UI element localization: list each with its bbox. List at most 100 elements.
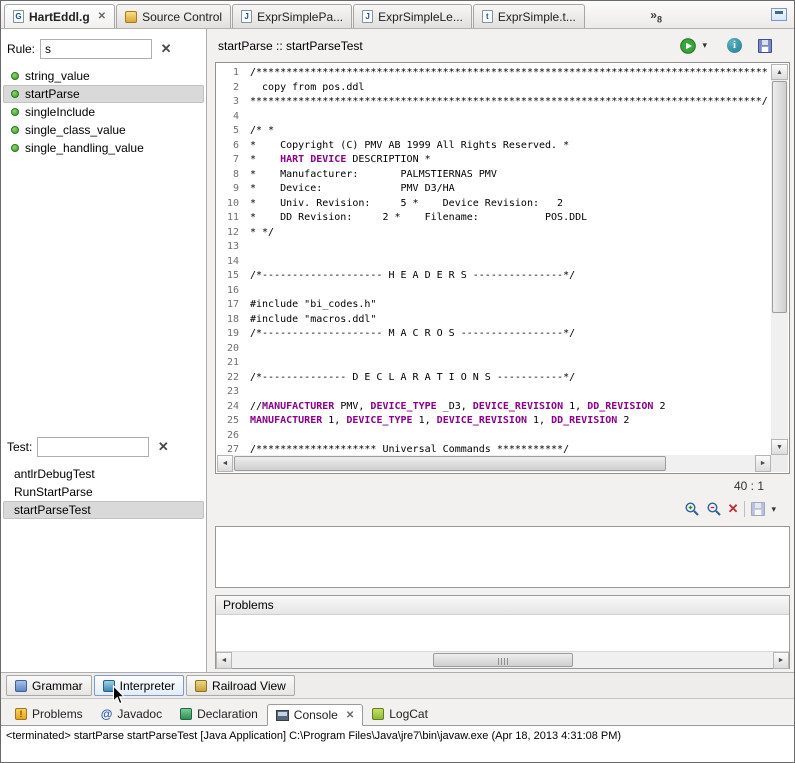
tab-problems[interactable]: ! Problems [6, 703, 92, 725]
tab-overflow-chevron[interactable]: »8 [650, 8, 662, 24]
code-line: * Manufacturer: PALMSTIERNAS PMV [250, 168, 497, 180]
rule-item-label: singleInclude [25, 105, 96, 119]
run-dropdown-icon[interactable]: ▾ [702, 40, 707, 51]
test-item[interactable]: RunStartParse [3, 483, 204, 501]
clear-output-icon[interactable]: ✕ [728, 501, 739, 517]
editor-tab-exprsimplepa[interactable]: J ExprSimplePa... [232, 4, 353, 28]
output-toolbar: ✕ ▾ [684, 501, 776, 517]
code-line: /******************** Universal Commands… [250, 444, 570, 455]
problems-scroll-thumb[interactable] [432, 653, 573, 667]
editor-tab-source-control[interactable]: Source Control [116, 4, 232, 28]
line-number: 1 [232, 67, 239, 78]
console-tab-strip: ! Problems @ Javadoc Declaration Console… [1, 698, 794, 726]
view-tab-label: Railroad View [212, 678, 286, 693]
save-output-dropdown-icon[interactable]: ▾ [771, 504, 776, 515]
minimize-button[interactable] [771, 8, 787, 21]
tab-declaration[interactable]: Declaration [171, 703, 267, 725]
tab-grammar[interactable]: Grammar [6, 675, 92, 696]
editor-tab-harteddl[interactable]: G HartEddl.g ✕ [4, 4, 116, 28]
editor-tab-label: ExprSimplePa... [257, 9, 344, 24]
horizontal-scroll-thumb[interactable] [234, 456, 667, 471]
code-content[interactable]: /***************************************… [246, 64, 771, 455]
rule-item[interactable]: string_value [3, 67, 204, 85]
code-editor: 1 2 3 4 5 6 7 8 9 10 11 12 13 14 15 16 17 18 19 20 21 22 23 24 2… [215, 62, 790, 474]
scroll-right-arrow[interactable]: ► [773, 652, 789, 669]
editor-tab-exprsimplele[interactable]: J ExprSimpleLe... [353, 4, 472, 28]
line-number: 4 [232, 110, 239, 122]
save-button[interactable] [758, 38, 772, 53]
code-line: ****************************************… [250, 96, 768, 107]
close-tab-icon[interactable]: ✕ [346, 710, 354, 721]
rule-filter-input[interactable] [40, 39, 153, 59]
line-number: 10 [226, 197, 239, 209]
test-filter-input[interactable] [37, 437, 150, 457]
test-list: antlrDebugTest RunStartParse startParseT… [3, 465, 204, 519]
declaration-icon [180, 708, 193, 720]
rule-item[interactable]: single_class_value [3, 121, 204, 139]
test-item[interactable]: antlrDebugTest [3, 465, 204, 483]
code-line: /***************************************… [250, 67, 768, 78]
tab-console[interactable]: Console ✕ [266, 704, 364, 726]
run-button[interactable] [680, 37, 697, 54]
text-file-icon: t [481, 10, 493, 23]
close-tab-icon[interactable]: ✕ [98, 11, 106, 22]
zoom-out-icon[interactable] [706, 501, 722, 517]
line-number: 26 [226, 429, 239, 441]
console-tab-label: Javadoc [117, 707, 163, 721]
editor-tab-exprsimplet[interactable]: t ExprSimple.t... [472, 4, 585, 28]
scroll-right-arrow[interactable]: ► [755, 455, 771, 472]
interpreter-output-box[interactable] [215, 526, 790, 588]
overflow-count: 8 [656, 14, 662, 25]
line-number: 17 [226, 299, 239, 310]
console-tab-label: Problems [32, 707, 83, 721]
test-item-selected[interactable]: startParseTest [3, 501, 204, 519]
clear-rule-filter-icon[interactable]: ✕ [157, 40, 175, 58]
line-number: 15 [226, 270, 239, 281]
test-label: Test: [7, 440, 33, 454]
scroll-up-arrow[interactable]: ▲ [771, 64, 788, 80]
horizontal-scrollbar[interactable]: ◄ ► [217, 455, 771, 472]
rule-item-label: startParse [25, 87, 80, 101]
line-number: 22 [226, 371, 239, 383]
tab-interpreter[interactable]: Interpreter [93, 675, 185, 696]
tab-logcat[interactable]: LogCat [363, 703, 437, 725]
vertical-scroll-thumb[interactable] [772, 81, 787, 313]
line-number: 11 [226, 212, 239, 223]
code-line: #include "bi_codes.h" [250, 299, 377, 310]
line-number: 5 [232, 125, 239, 136]
info-button[interactable]: i [727, 38, 742, 53]
clear-test-filter-icon[interactable]: ✕ [154, 438, 172, 456]
scroll-left-arrow[interactable]: ◄ [216, 652, 232, 669]
rule-item[interactable]: singleInclude [3, 103, 204, 121]
line-number: 12 [226, 226, 239, 238]
interpreter-toolbar: ▾ i [680, 37, 772, 54]
scroll-down-arrow[interactable]: ▼ [771, 439, 788, 455]
interpreter-side-panel: Rule: ✕ string_value startParse singleIn… [1, 29, 207, 672]
code-line: /* * [250, 125, 275, 136]
tab-railroad-view[interactable]: Railroad View [186, 675, 295, 696]
line-number: 25 [226, 415, 239, 426]
interpreter-header: startParse :: startParseTest ▾ i [208, 29, 794, 62]
vertical-scrollbar[interactable]: ▲ ▼ [771, 64, 788, 455]
code-line: #include "macros.ddl" [250, 313, 377, 325]
zoom-in-icon[interactable] [684, 501, 700, 517]
editor-tab-label: Source Control [142, 9, 223, 24]
test-item-label: startParseTest [14, 503, 91, 517]
tab-javadoc[interactable]: @ Javadoc [92, 703, 171, 725]
grammar-view-icon [15, 679, 27, 692]
problems-scrollbar[interactable]: ◄ ► [216, 651, 789, 669]
save-output-icon[interactable] [751, 502, 766, 516]
rule-item-selected[interactable]: startParse [3, 85, 204, 103]
rule-item[interactable]: single_handling_value [3, 139, 204, 157]
test-filter-row: Test: ✕ [7, 437, 202, 457]
editor-tab-label: HartEddl.g [29, 9, 90, 24]
interpreter-main-panel: startParse :: startParseTest ▾ i 1234567… [208, 29, 794, 672]
console-view[interactable]: <terminated> startParse startParseTest [… [1, 726, 794, 762]
problems-body[interactable] [216, 615, 789, 651]
scroll-left-arrow[interactable]: ◄ [217, 455, 233, 472]
console-status-line: <terminated> startParse startParseTest [… [6, 730, 622, 742]
